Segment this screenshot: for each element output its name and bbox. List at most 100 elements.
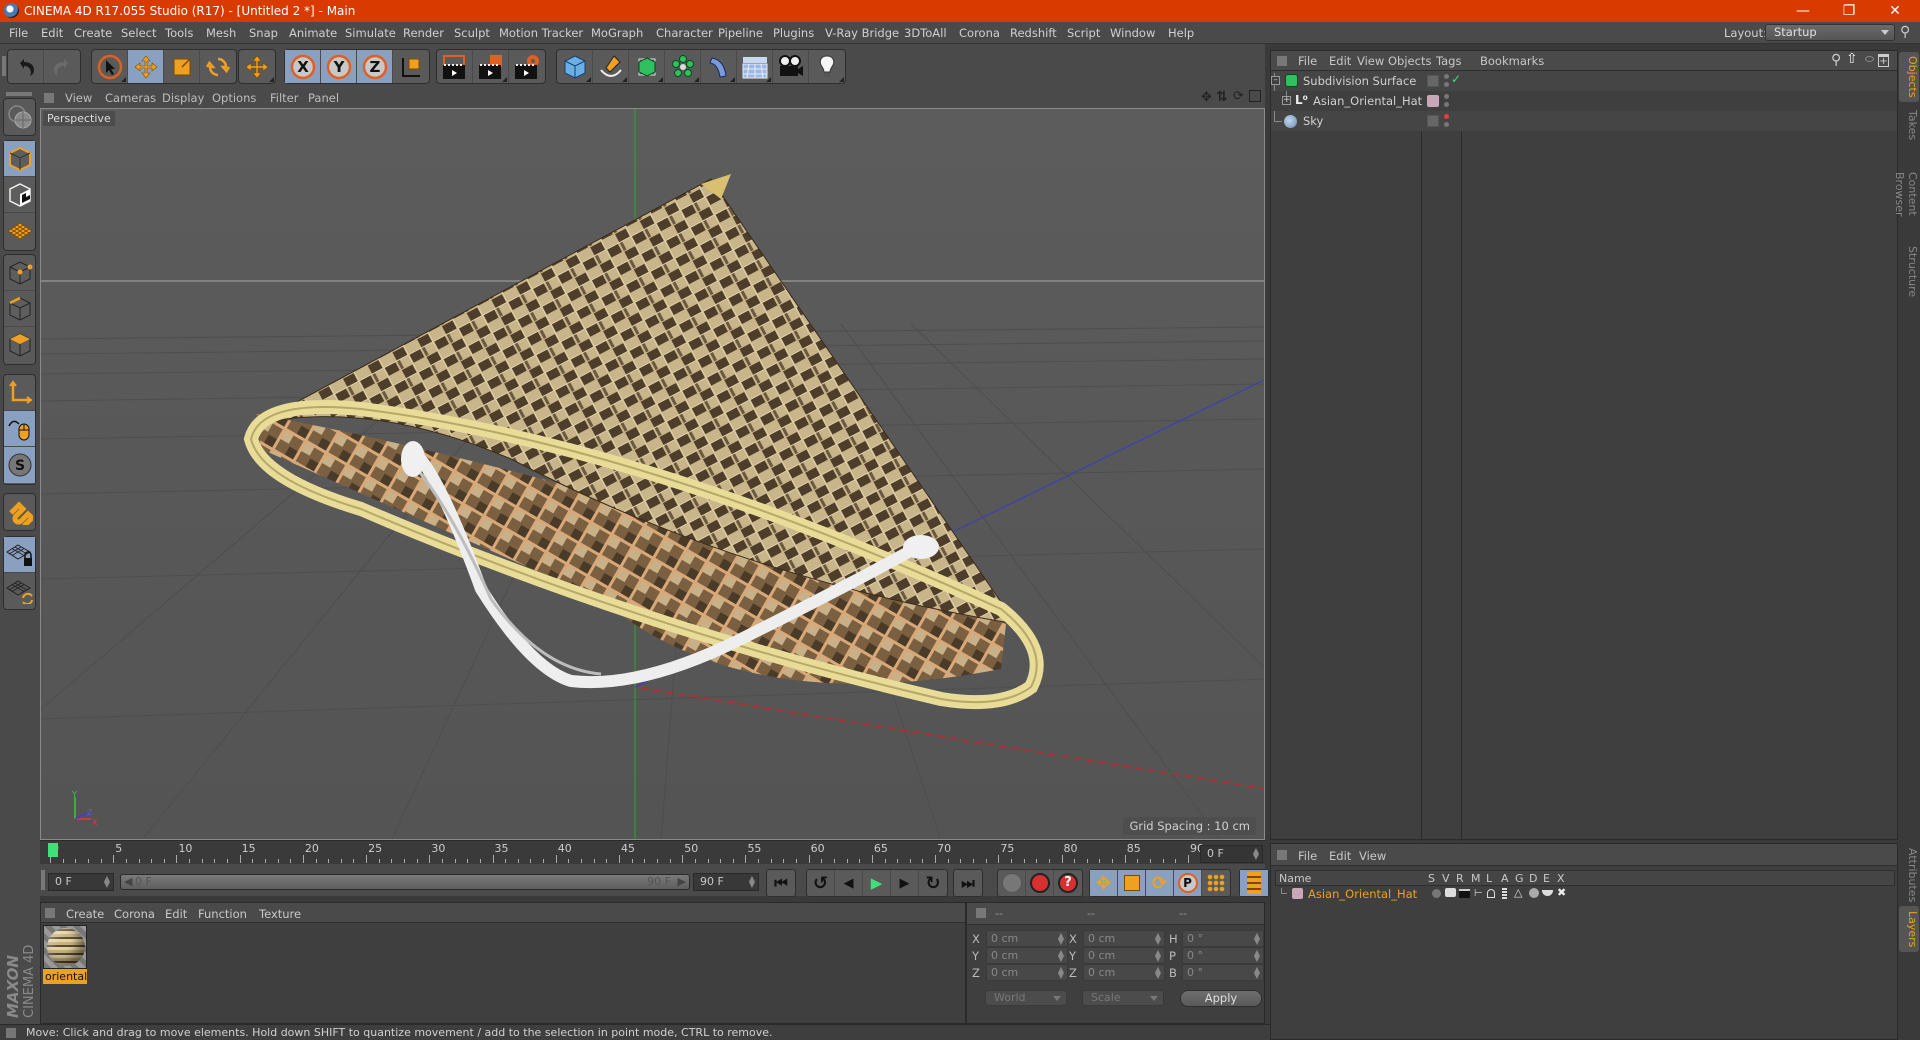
coordinate-mode-dropdown[interactable]: World [985, 990, 1067, 1006]
layer-generators-icon[interactable]: △ [1514, 886, 1522, 899]
menu-sculpt[interactable]: Sculpt [454, 26, 490, 40]
layer-animation-icon[interactable] [1502, 888, 1507, 899]
menu-select[interactable]: Select [121, 26, 156, 40]
layer-color-swatch[interactable] [1292, 888, 1303, 899]
column-expressions[interactable]: E [1543, 872, 1550, 885]
tab-takes[interactable]: Takes [1899, 104, 1919, 146]
om-menu-tags[interactable]: Tags [1436, 54, 1461, 68]
object-name[interactable]: Subdivision Surface [1303, 74, 1416, 88]
coordinate-rot-field[interactable]: 0 ° ▲ ▼ [1182, 947, 1264, 964]
cloner-button[interactable] [665, 50, 701, 83]
spinner-icon[interactable]: ▲ ▼ [1058, 966, 1064, 980]
next-key-button[interactable]: ↻ [919, 870, 947, 896]
column-render[interactable]: R [1456, 872, 1464, 885]
toolbar-grip[interactable] [2, 56, 6, 76]
timeline-button[interactable] [1240, 870, 1268, 896]
size-mode-dropdown[interactable]: Scale [1082, 990, 1164, 1006]
dolly-icon[interactable]: ⇅ [1216, 89, 1228, 105]
render-settings-button[interactable] [509, 50, 545, 83]
axis-mode-button[interactable] [4, 375, 35, 411]
object-row-sky[interactable]: Sky [1271, 111, 1897, 131]
start-frame-field[interactable]: 0 F ▲ ▼ [48, 873, 114, 891]
timeline-ruler[interactable]: 051015202530354045505560657075808590 [40, 840, 1265, 864]
spinner-icon[interactable]: ▲ ▼ [1155, 949, 1161, 963]
edges-mode-button[interactable] [4, 291, 35, 327]
om-menu-file[interactable]: File [1298, 54, 1317, 68]
material-name[interactable]: oriental [43, 969, 87, 984]
record-active-objects-button[interactable] [1026, 870, 1054, 896]
layer-row[interactable]: Asian_Oriental_Hat ⊢ △ ✖ [1275, 886, 1895, 904]
object-name[interactable]: Asian_Oriental_Hat [1313, 94, 1422, 108]
menu-script[interactable]: Script [1067, 26, 1100, 40]
range-left-arrow-icon[interactable]: ◀ [124, 875, 132, 889]
layer-render-clapper-icon[interactable] [1459, 889, 1470, 898]
column-view[interactable]: V [1442, 872, 1450, 885]
menu-simulate[interactable]: Simulate [345, 26, 396, 40]
viewport-menu-view[interactable]: View [65, 91, 92, 105]
layer-menu-edit[interactable]: Edit [1329, 849, 1351, 863]
spinner-icon[interactable]: ▲ ▼ [1254, 932, 1260, 946]
live-selection-button[interactable] [92, 50, 128, 83]
tab-layers[interactable]: Layers [1899, 906, 1919, 952]
menu-file[interactable]: File [9, 26, 28, 40]
restore-button[interactable]: ❐ [1826, 0, 1872, 22]
coordinate-size-field[interactable]: 0 cm ▲ ▼ [1083, 930, 1165, 947]
editor-visibility-dot[interactable] [1444, 114, 1449, 119]
spinner-icon[interactable]: ▲ ▼ [1058, 932, 1064, 946]
orbit-icon[interactable]: ⟳ [1233, 89, 1244, 104]
key-scale-button[interactable] [1118, 870, 1146, 896]
coordinate-rot-field[interactable]: 0 ° ▲ ▼ [1182, 964, 1264, 981]
key-parameter-button[interactable]: P [1174, 870, 1202, 896]
om-menu-edit[interactable]: Edit [1329, 54, 1351, 68]
go-to-end-button[interactable]: ⏭ [954, 870, 982, 896]
enabled-check-icon[interactable]: ✓ [1451, 72, 1461, 86]
new-window-icon[interactable]: + [1878, 54, 1889, 67]
home-icon[interactable]: ⇧ [1846, 51, 1858, 67]
points-mode-button[interactable] [4, 255, 35, 291]
viewport-menu-filter[interactable]: Filter [270, 91, 298, 105]
render-visibility-dot[interactable] [1444, 122, 1449, 127]
layer-menu-view[interactable]: View [1359, 849, 1386, 863]
left-toolbar-grip[interactable] [6, 92, 32, 96]
column-solo[interactable]: S [1428, 872, 1435, 885]
layer-manager-icon[interactable]: ⊢ [1474, 888, 1483, 899]
rotate-button[interactable] [200, 50, 236, 83]
minimize-button[interactable]: — [1780, 0, 1826, 22]
render-visibility-dot[interactable] [1444, 102, 1449, 107]
layout-dropdown[interactable]: Startup [1765, 24, 1895, 41]
key-rotation-button[interactable]: ⟳ [1146, 870, 1174, 896]
layer-slot-icon[interactable] [1427, 75, 1439, 87]
play-button[interactable]: ▶ [863, 870, 891, 896]
tweak-mode-button[interactable] [4, 411, 35, 447]
coordinate-size-field[interactable]: 0 cm ▲ ▼ [1083, 964, 1165, 981]
menu-edit[interactable]: Edit [41, 26, 63, 40]
coordinates-grip[interactable] [976, 908, 986, 918]
object-manager-grip[interactable] [1277, 56, 1287, 66]
render-picture-viewer-button[interactable] [473, 50, 509, 83]
column-manager[interactable]: M [1471, 872, 1481, 885]
layer-name[interactable]: Asian_Oriental_Hat [1308, 887, 1417, 901]
spinner-icon[interactable]: ▲ ▼ [1254, 966, 1260, 980]
model-mode-button[interactable] [4, 141, 35, 177]
solo-button[interactable]: S [4, 447, 35, 483]
menu-window[interactable]: Window [1110, 26, 1155, 40]
column-xrefs[interactable]: X [1557, 872, 1565, 885]
expand-icon[interactable]: + [1282, 96, 1291, 105]
material-menu-corona[interactable]: Corona [114, 907, 155, 921]
viewport-menu-grip[interactable] [44, 93, 54, 103]
editor-visibility-dot[interactable] [1444, 74, 1449, 79]
layer-solo-toggle[interactable] [1432, 889, 1441, 898]
viewport-menu-cameras[interactable]: Cameras [105, 91, 156, 105]
material-thumbnail[interactable] [43, 925, 87, 969]
recent-tool-button[interactable] [239, 50, 275, 83]
menu-mesh[interactable]: Mesh [206, 26, 236, 40]
object-row-subdivision-surface[interactable]: – Subdivision Surface ✓ [1271, 71, 1897, 93]
search-icon[interactable]: ⚲ [1900, 24, 1910, 40]
camera-button[interactable] [773, 50, 809, 83]
search-icon[interactable]: ⚲ [1831, 52, 1841, 68]
deformer-button[interactable] [701, 50, 737, 83]
menu-mograph[interactable]: MoGraph [591, 26, 643, 40]
layer-lock-icon[interactable] [1487, 889, 1495, 898]
scale-button[interactable] [164, 50, 200, 83]
polygons-mode-button[interactable] [4, 327, 35, 363]
